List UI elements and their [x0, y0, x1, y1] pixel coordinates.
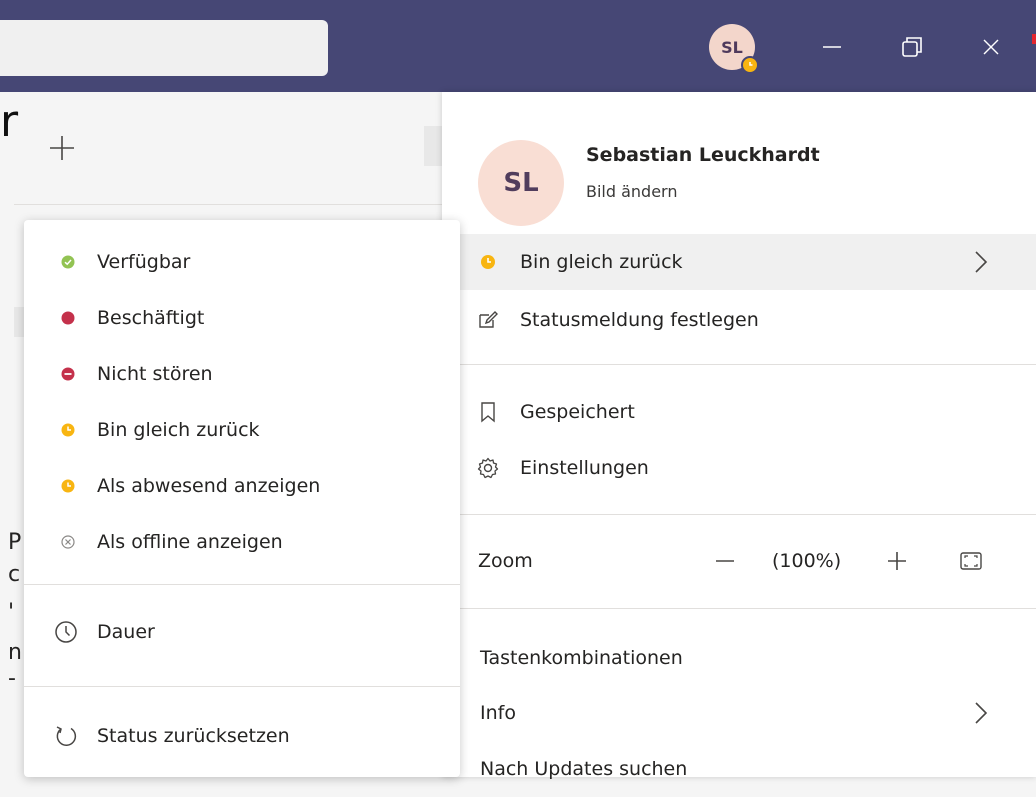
offline-x-icon	[61, 535, 75, 549]
background-text-fragment: P	[8, 530, 22, 555]
divider	[14, 204, 444, 205]
set-status-message-item[interactable]: Statusmeldung festlegen	[442, 292, 1036, 348]
divider	[442, 514, 1036, 515]
status-item-busy[interactable]: Beschäftigt	[24, 290, 460, 346]
status-label-do-not-disturb: Nicht stören	[97, 363, 213, 385]
settings-label: Einstellungen	[520, 457, 649, 479]
divider	[24, 584, 460, 585]
settings-item[interactable]: Einstellungen	[442, 440, 1036, 496]
divider	[24, 686, 460, 687]
status-item-available[interactable]: Verfügbar	[24, 234, 460, 290]
check-circle-icon	[61, 255, 75, 269]
search-input[interactable]	[0, 20, 328, 76]
saved-label: Gespeichert	[520, 401, 635, 423]
restore-icon	[902, 37, 922, 57]
status-submenu: Verfügbar Beschäftigt Nicht stören Bin g…	[24, 220, 460, 777]
edit-message-icon	[476, 308, 500, 332]
current-status-label: Bin gleich zurück	[520, 251, 683, 273]
status-item-offline[interactable]: Als offline anzeigen	[24, 514, 460, 570]
add-icon[interactable]	[42, 128, 82, 168]
background-text-fragment: c	[8, 562, 21, 587]
zoom-value: (100%)	[772, 550, 842, 572]
status-label-busy: Beschäftigt	[97, 307, 205, 329]
change-picture-link[interactable]: Bild ändern	[586, 182, 678, 201]
duration-item[interactable]: Dauer	[24, 604, 460, 660]
status-label-away: Als abwesend anzeigen	[97, 475, 321, 497]
status-item-do-not-disturb[interactable]: Nicht stören	[24, 346, 460, 402]
minimize-icon	[823, 46, 841, 48]
status-item-be-right-back[interactable]: Bin gleich zurück	[24, 402, 460, 458]
bookmark-icon	[476, 400, 500, 424]
title-bar: SL	[0, 0, 1036, 92]
status-label-be-right-back: Bin gleich zurück	[97, 419, 260, 441]
duration-label: Dauer	[97, 621, 155, 643]
profile-avatar[interactable]: SL	[478, 140, 564, 226]
profile-menu: SL Sebastian Leuckhardt Bild ändern Bin …	[442, 92, 1036, 780]
status-item-away[interactable]: Als abwesend anzeigen	[24, 458, 460, 514]
divider	[442, 608, 1036, 609]
busy-dot-icon	[61, 311, 75, 325]
background-text-fragment: '	[8, 600, 15, 625]
profile-name: Sebastian Leuckhardt	[586, 144, 820, 166]
info-label: Info	[480, 702, 516, 724]
chevron-right-icon	[975, 251, 988, 273]
saved-item[interactable]: Gespeichert	[442, 384, 1036, 440]
profile-avatar-initials: SL	[503, 168, 539, 198]
zoom-out-icon[interactable]	[712, 548, 738, 574]
chevron-right-icon	[975, 702, 988, 724]
close-icon	[983, 39, 999, 55]
current-status-item[interactable]: Bin gleich zurück	[442, 234, 1036, 290]
check-updates-item[interactable]: Nach Updates suchen	[442, 741, 1036, 797]
clock-dot-icon	[61, 423, 75, 437]
background-box	[424, 126, 444, 166]
background-text-fragment: r	[0, 96, 19, 147]
status-label-available: Verfügbar	[97, 251, 191, 273]
background-text-fragment: -	[8, 666, 16, 691]
away-status-badge-icon	[741, 56, 759, 74]
red-accent-line-right	[1032, 34, 1036, 44]
divider	[442, 364, 1036, 365]
close-button[interactable]	[966, 20, 1016, 74]
reset-status-label: Status zurücksetzen	[97, 725, 290, 747]
zoom-label: Zoom	[478, 550, 533, 572]
gear-icon	[476, 456, 500, 480]
do-not-disturb-icon	[61, 367, 75, 381]
clock-dot-icon	[61, 479, 75, 493]
fullscreen-icon[interactable]	[958, 548, 984, 574]
reset-status-item[interactable]: Status zurücksetzen	[24, 708, 460, 764]
zoom-row: Zoom (100%)	[442, 533, 1036, 589]
status-label-offline: Als offline anzeigen	[97, 531, 283, 553]
background-text-fragment: n	[8, 640, 22, 665]
info-item[interactable]: Info	[442, 685, 1036, 741]
set-status-message-label: Statusmeldung festlegen	[520, 309, 759, 331]
clock-icon	[55, 621, 77, 643]
avatar[interactable]: SL	[709, 24, 759, 74]
zoom-in-icon[interactable]	[884, 548, 910, 574]
clock-dot-icon	[476, 250, 500, 274]
shortcuts-item[interactable]: Tastenkombinationen	[442, 630, 1036, 686]
minimize-button[interactable]	[807, 20, 857, 74]
restore-button[interactable]	[887, 20, 937, 74]
shortcuts-label: Tastenkombinationen	[480, 647, 683, 669]
avatar-initials: SL	[721, 37, 743, 57]
reset-icon	[56, 726, 77, 746]
